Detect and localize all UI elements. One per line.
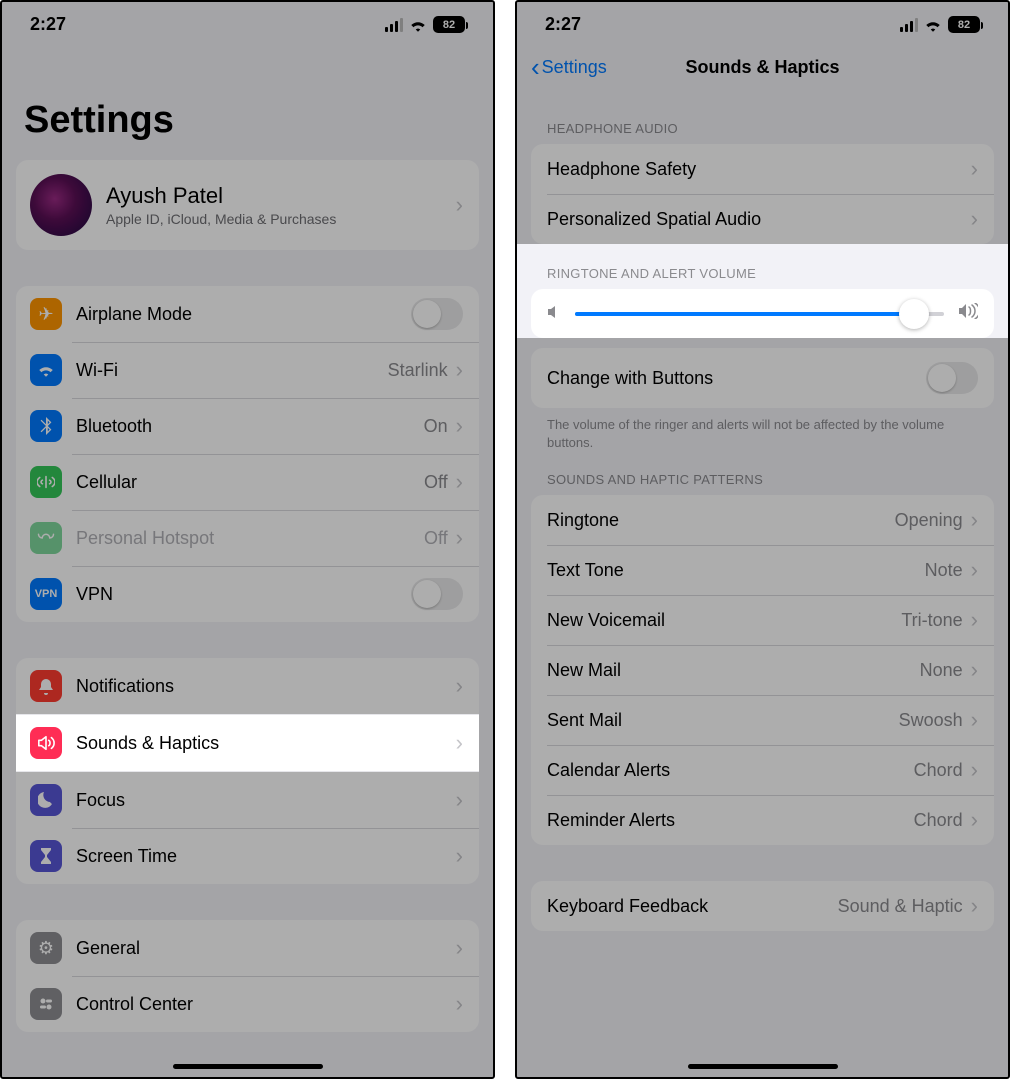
pattern-row-text-tone[interactable]: Text ToneNote› (531, 545, 994, 595)
vpn-icon: VPN (30, 578, 62, 610)
speaker-icon (30, 727, 62, 759)
nav-title: Sounds & Haptics (685, 57, 839, 78)
moon-icon (30, 784, 62, 816)
headphone-audio-header: Headphone Audio (517, 93, 1008, 144)
chevron-right-icon: › (456, 415, 463, 437)
chevron-right-icon: › (971, 609, 978, 631)
profile-card[interactable]: Ayush Patel Apple ID, iCloud, Media & Pu… (16, 160, 479, 250)
pattern-row-sent-mail[interactable]: Sent MailSwoosh› (531, 695, 994, 745)
wifi-row[interactable]: Wi-Fi Starlink › (16, 342, 479, 398)
left-phone: 2:27 82 Settings Ayush Patel Apple ID, i… (0, 0, 495, 1079)
keyboard-feedback-row[interactable]: Keyboard Feedback Sound & Haptic › (531, 881, 994, 931)
wifi-app-icon (30, 354, 62, 386)
chevron-right-icon: › (456, 527, 463, 549)
vpn-toggle[interactable] (411, 578, 463, 610)
ringtone-volume-section: Ringtone and Alert Volume (517, 244, 1008, 338)
speaker-low-icon (547, 303, 561, 324)
chevron-right-icon: › (971, 809, 978, 831)
change-with-buttons-toggle[interactable] (926, 362, 978, 394)
chevron-right-icon: › (456, 993, 463, 1015)
hotspot-row[interactable]: Personal Hotspot Off › (16, 510, 479, 566)
change-buttons-footer: The volume of the ringer and alerts will… (517, 408, 1008, 460)
right-phone: 2:27 82 ‹ Settings Sounds & Haptics Head… (515, 0, 1010, 1079)
nav-bar: ‹ Settings Sounds & Haptics (517, 41, 1008, 93)
battery-icon: 82 (433, 16, 465, 33)
chevron-right-icon: › (456, 471, 463, 493)
spatial-audio-row[interactable]: Personalized Spatial Audio › (531, 194, 994, 244)
airplane-icon: ✈︎ (30, 298, 62, 330)
general-group: ⚙︎ General › Control Center › (16, 920, 479, 1032)
slider-thumb[interactable] (899, 299, 929, 329)
bluetooth-icon (30, 410, 62, 442)
status-time: 2:27 (30, 14, 66, 35)
home-indicator[interactable] (173, 1064, 323, 1069)
screentime-row[interactable]: Screen Time › (16, 828, 479, 884)
chevron-right-icon: › (971, 895, 978, 917)
chevron-right-icon: › (971, 509, 978, 531)
back-button[interactable]: ‹ Settings (531, 52, 607, 83)
chevron-right-icon: › (971, 559, 978, 581)
hourglass-icon (30, 840, 62, 872)
wifi-icon (409, 18, 427, 32)
ringtone-volume-header: Ringtone and Alert Volume (517, 244, 1008, 289)
chevron-right-icon: › (456, 789, 463, 811)
change-with-buttons-row[interactable]: Change with Buttons (531, 348, 994, 408)
pattern-row-ringtone[interactable]: RingtoneOpening› (531, 495, 994, 545)
chevron-right-icon: › (456, 937, 463, 959)
headphone-safety-row[interactable]: Headphone Safety › (531, 144, 994, 194)
chevron-right-icon: › (456, 675, 463, 697)
chevron-left-icon: ‹ (531, 52, 540, 83)
airplane-row[interactable]: ✈︎ Airplane Mode (16, 286, 479, 342)
pattern-row-reminder-alerts[interactable]: Reminder AlertsChord› (531, 795, 994, 845)
status-bar: 2:27 82 (2, 2, 493, 39)
chevron-right-icon: › (456, 732, 463, 754)
chevron-right-icon: › (971, 659, 978, 681)
speaker-high-icon (958, 303, 978, 324)
bell-icon (30, 670, 62, 702)
cellular-row[interactable]: Cellular Off › (16, 454, 479, 510)
notifications-row[interactable]: Notifications › (16, 658, 479, 714)
avatar (30, 174, 92, 236)
focus-row[interactable]: Focus › (16, 772, 479, 828)
profile-sub: Apple ID, iCloud, Media & Purchases (106, 211, 456, 227)
page-title: Settings (2, 39, 493, 160)
patterns-group: RingtoneOpening›Text ToneNote›New Voicem… (531, 495, 994, 845)
bluetooth-row[interactable]: Bluetooth On › (16, 398, 479, 454)
general-row[interactable]: ⚙︎ General › (16, 920, 479, 976)
keyboard-group: Keyboard Feedback Sound & Haptic › (531, 881, 994, 931)
chevron-right-icon: › (456, 845, 463, 867)
sliders-icon (30, 988, 62, 1020)
connectivity-group: ✈︎ Airplane Mode Wi-Fi Starlink › Blueto… (16, 286, 479, 622)
home-indicator[interactable] (688, 1064, 838, 1069)
battery-icon: 82 (948, 16, 980, 33)
chevron-right-icon: › (971, 208, 978, 230)
profile-name: Ayush Patel (106, 183, 456, 209)
chevron-right-icon: › (456, 194, 463, 216)
volume-slider[interactable] (575, 312, 944, 316)
cellular-icon (30, 466, 62, 498)
control-center-row[interactable]: Control Center › (16, 976, 479, 1032)
pattern-row-new-voicemail[interactable]: New VoicemailTri-tone› (531, 595, 994, 645)
chevron-right-icon: › (456, 359, 463, 381)
attention-group: Notifications › Sounds & Haptics › Focus… (16, 658, 479, 884)
sounds-haptics-row[interactable]: Sounds & Haptics › (16, 714, 479, 772)
cellular-signal-icon (900, 18, 918, 32)
wifi-icon (924, 18, 942, 32)
hotspot-icon (30, 522, 62, 554)
headphone-group: Headphone Safety › Personalized Spatial … (531, 144, 994, 244)
change-buttons-group: Change with Buttons (531, 348, 994, 408)
status-time: 2:27 (545, 14, 581, 35)
vpn-row[interactable]: VPN VPN (16, 566, 479, 622)
status-bar: 2:27 82 (517, 2, 1008, 39)
pattern-row-new-mail[interactable]: New MailNone› (531, 645, 994, 695)
chevron-right-icon: › (971, 709, 978, 731)
patterns-header: Sounds and Haptic Patterns (517, 460, 1008, 495)
airplane-toggle[interactable] (411, 298, 463, 330)
chevron-right-icon: › (971, 759, 978, 781)
cellular-signal-icon (385, 18, 403, 32)
pattern-row-calendar-alerts[interactable]: Calendar AlertsChord› (531, 745, 994, 795)
gear-icon: ⚙︎ (30, 932, 62, 964)
chevron-right-icon: › (971, 158, 978, 180)
volume-slider-card (531, 289, 994, 338)
